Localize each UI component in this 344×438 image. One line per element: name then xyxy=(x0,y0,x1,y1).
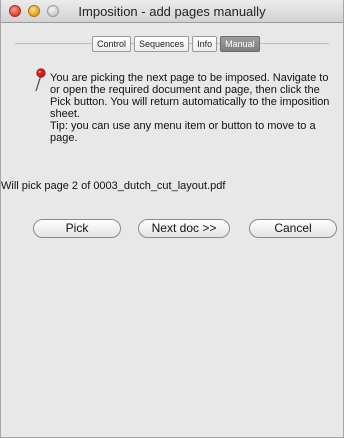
status-text: Will pick page 2 of 0003_dutch_cut_layou… xyxy=(1,180,226,192)
tab-bar: Control Sequences Info Manual xyxy=(92,36,260,52)
next-doc-button[interactable]: Next doc >> xyxy=(138,219,230,238)
tab-sequences[interactable]: Sequences xyxy=(134,36,190,52)
instruction-text: You are picking the next page to be impo… xyxy=(50,72,330,120)
cancel-button[interactable]: Cancel xyxy=(249,219,337,238)
window-title: Imposition - add pages manually xyxy=(78,4,266,19)
tab-manual[interactable]: Manual xyxy=(220,36,260,52)
tab-control[interactable]: Control xyxy=(92,36,132,52)
title-bar: Imposition - add pages manually xyxy=(1,0,343,23)
instruction-message: You are picking the next page to be impo… xyxy=(50,72,340,144)
pick-button[interactable]: Pick xyxy=(33,219,121,238)
push-pin-icon xyxy=(35,68,46,92)
tab-info[interactable]: Info xyxy=(192,36,218,52)
tip-text: Tip: you can use any menu item or button… xyxy=(50,120,316,144)
imposition-window: Imposition - add pages manually Control … xyxy=(0,0,344,438)
